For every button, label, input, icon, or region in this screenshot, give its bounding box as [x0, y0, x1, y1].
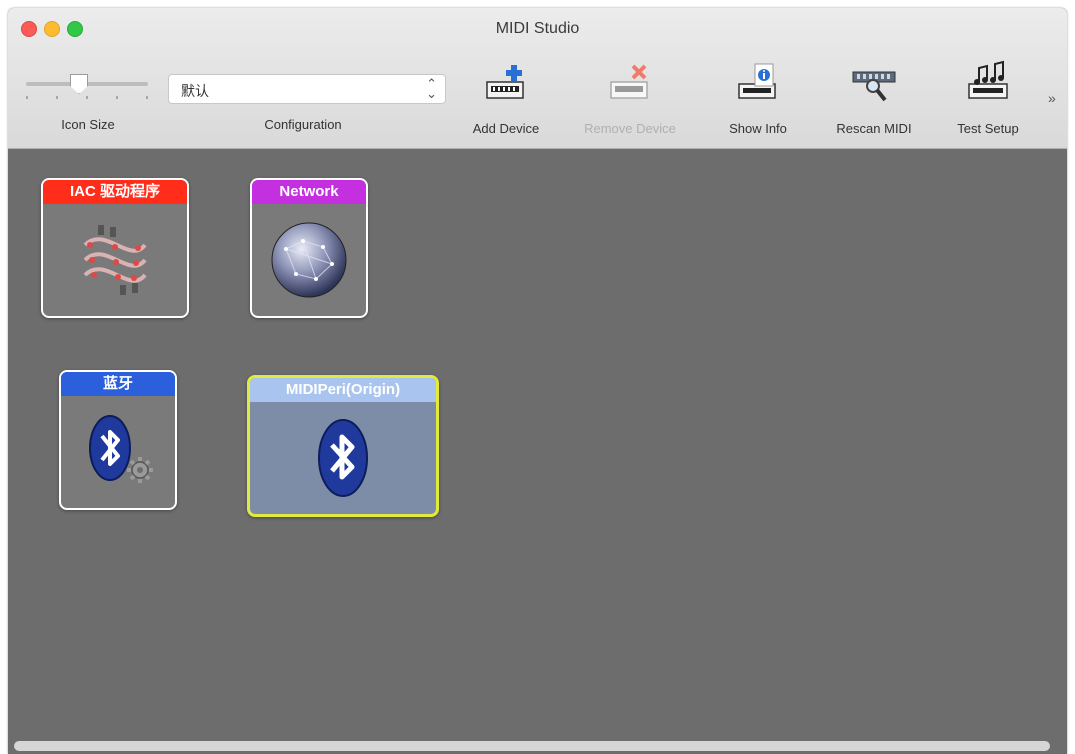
- add-device-button[interactable]: Add Device: [456, 60, 556, 140]
- device-icon-area: [252, 204, 366, 316]
- device-midiperi-origin[interactable]: MIDIPeri(Origin): [247, 375, 439, 517]
- rescan-midi-label: Rescan MIDI: [836, 121, 912, 136]
- configuration-value: 默认: [181, 83, 209, 99]
- network-globe-icon: [271, 222, 347, 298]
- device-label: IAC 驱动程序: [43, 180, 187, 204]
- device-network[interactable]: Network: [250, 178, 368, 318]
- device-icon-area: [61, 396, 175, 508]
- bluetooth-icon: [318, 419, 368, 497]
- rescan-midi-icon: [852, 71, 896, 102]
- rescan-midi-button[interactable]: Rescan MIDI: [814, 60, 934, 140]
- midi-studio-window: MIDI Studio Icon Size 默认 ⌃ ⌄ Configuratio…: [8, 8, 1067, 754]
- window-title: MIDI Studio: [495, 20, 580, 37]
- configuration-select[interactable]: 默认 ⌃ ⌄: [168, 74, 446, 104]
- show-info-label: Show Info: [729, 121, 787, 136]
- configuration-label: Configuration: [264, 117, 342, 132]
- toolbar: MIDI Studio Icon Size 默认 ⌃ ⌄ Configuratio…: [8, 8, 1067, 149]
- test-setup-button[interactable]: Test Setup: [938, 60, 1038, 140]
- add-device-icon: [486, 65, 524, 99]
- icon-size-slider-knob[interactable]: [70, 74, 88, 94]
- remove-device-icon: [610, 64, 648, 99]
- toolbar-overflow-button[interactable]: »: [1048, 90, 1056, 106]
- test-setup-icon: [968, 60, 1008, 99]
- device-icon-area: [250, 402, 436, 514]
- device-bluetooth[interactable]: 蓝牙: [59, 370, 177, 510]
- remove-device-button[interactable]: Remove Device: [566, 60, 694, 140]
- horizontal-scrollbar[interactable]: [14, 741, 1050, 751]
- slider-ticks: [26, 96, 148, 100]
- remove-device-label: Remove Device: [584, 121, 676, 136]
- test-setup-label: Test Setup: [957, 121, 1019, 136]
- show-info-icon: [738, 63, 776, 99]
- show-info-button[interactable]: Show Info: [708, 60, 808, 140]
- device-label: 蓝牙: [61, 372, 175, 396]
- device-label: MIDIPeri(Origin): [250, 378, 436, 402]
- add-device-label: Add Device: [472, 121, 540, 136]
- icon-size-label: Icon Size: [61, 117, 115, 132]
- select-arrows-icon: ⌃ ⌄: [426, 76, 437, 101]
- bluetooth-gear-icon: [89, 415, 153, 483]
- device-iac-driver[interactable]: IAC 驱动程序: [41, 178, 189, 318]
- device-label: Network: [252, 180, 366, 204]
- iac-cables-icon: [83, 225, 147, 295]
- device-icon-area: [43, 204, 187, 316]
